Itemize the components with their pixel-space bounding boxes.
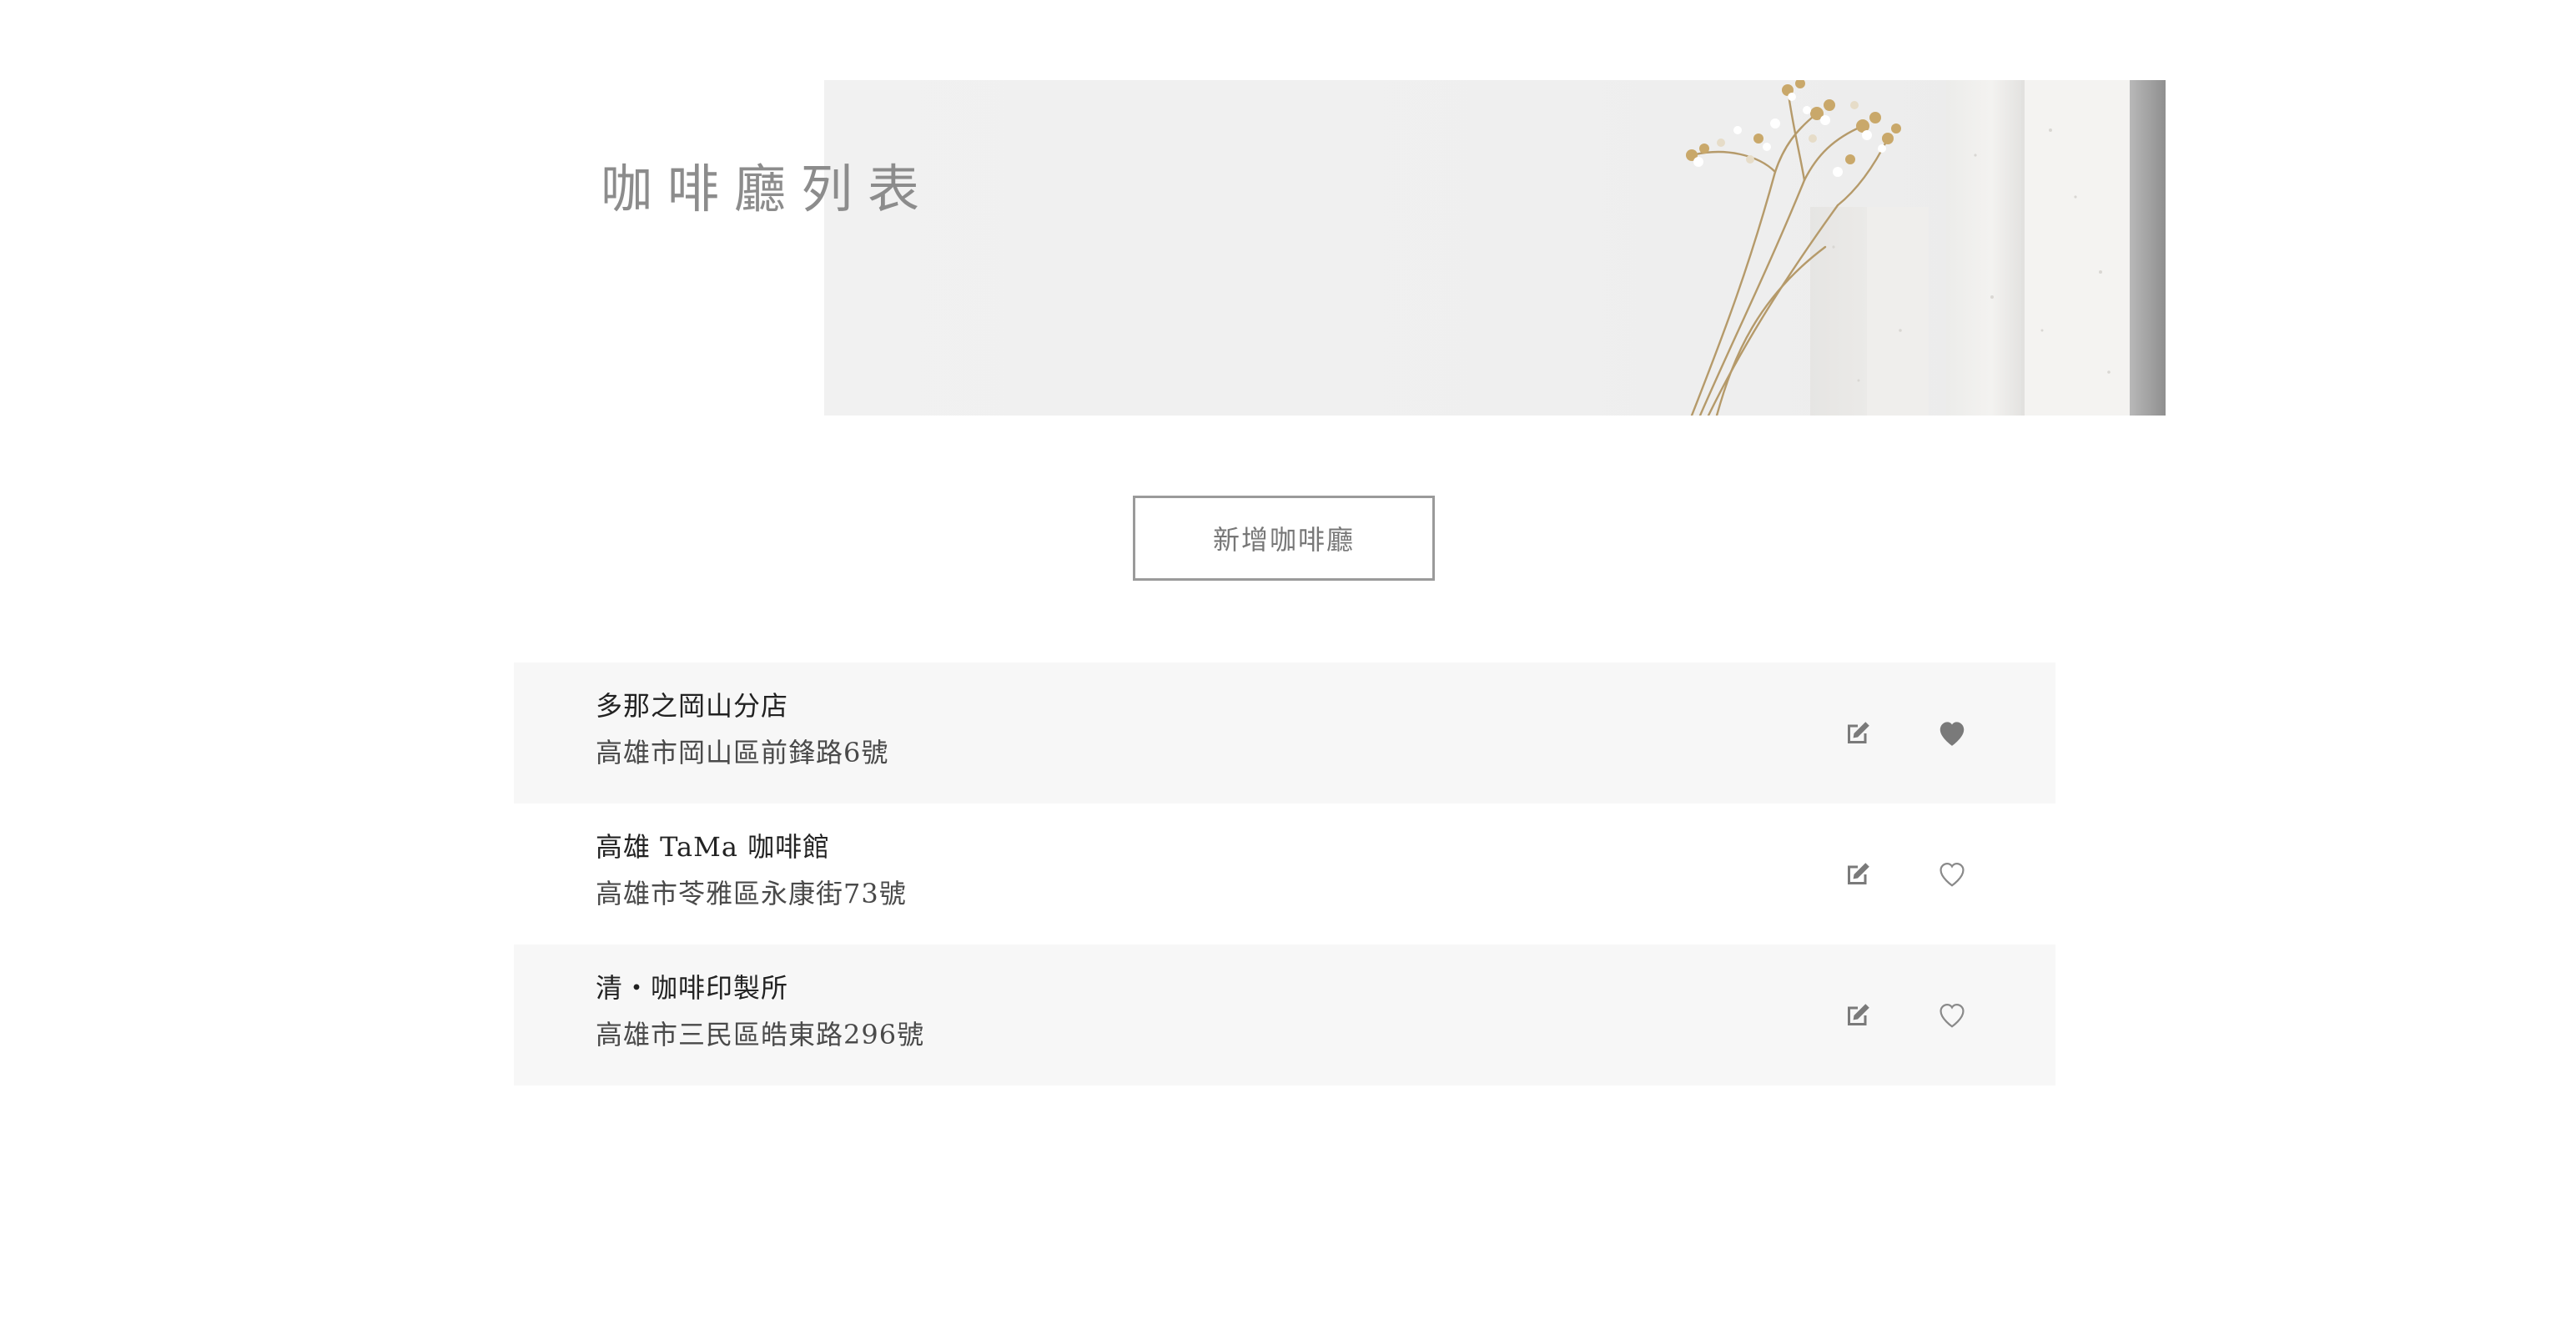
list-item: 高雄 TaMa 咖啡館 高雄市苓雅區永康街73號 (514, 803, 2055, 945)
list-item: 清・咖啡印製所 高雄市三民區皓東路296號 (514, 945, 2055, 1086)
favorite-button[interactable] (1930, 993, 1974, 1036)
hero-illustration (1686, 80, 2166, 416)
cafe-address: 高雄市岡山區前鋒路6號 (596, 737, 889, 768)
favorite-button[interactable] (1930, 852, 1974, 895)
list-item: 多那之岡山分店 高雄市岡山區前鋒路6號 (514, 662, 2055, 803)
edit-button[interactable] (1839, 714, 1877, 753)
edit-button[interactable] (1839, 855, 1877, 894)
edit-button[interactable] (1839, 996, 1877, 1035)
favorite-button[interactable] (1930, 711, 1974, 754)
cafe-name: 清・咖啡印製所 (596, 972, 789, 1004)
cafe-address: 高雄市苓雅區永康街73號 (596, 878, 907, 909)
heart-outline-icon (1940, 863, 1965, 887)
heart-outline-icon (1940, 1004, 1965, 1028)
cafe-address: 高雄市三民區皓東路296號 (596, 1019, 925, 1050)
add-cafe-button[interactable]: 新增咖啡廳 (1133, 496, 1435, 581)
cafe-list: 多那之岡山分店 高雄市岡山區前鋒路6號 高雄 TaMa 咖啡館 高雄市苓雅區永康… (514, 662, 2055, 1086)
edit-icon (1848, 1004, 1869, 1025)
cafe-name: 多那之岡山分店 (596, 690, 789, 722)
heart-filled-icon (1940, 722, 1965, 746)
hero-banner (824, 80, 2166, 416)
edit-icon (1848, 722, 1869, 743)
edit-icon (1848, 863, 1869, 884)
page-title: 咖啡廳列表 (601, 159, 935, 219)
cafe-name: 高雄 TaMa 咖啡館 (596, 831, 831, 863)
